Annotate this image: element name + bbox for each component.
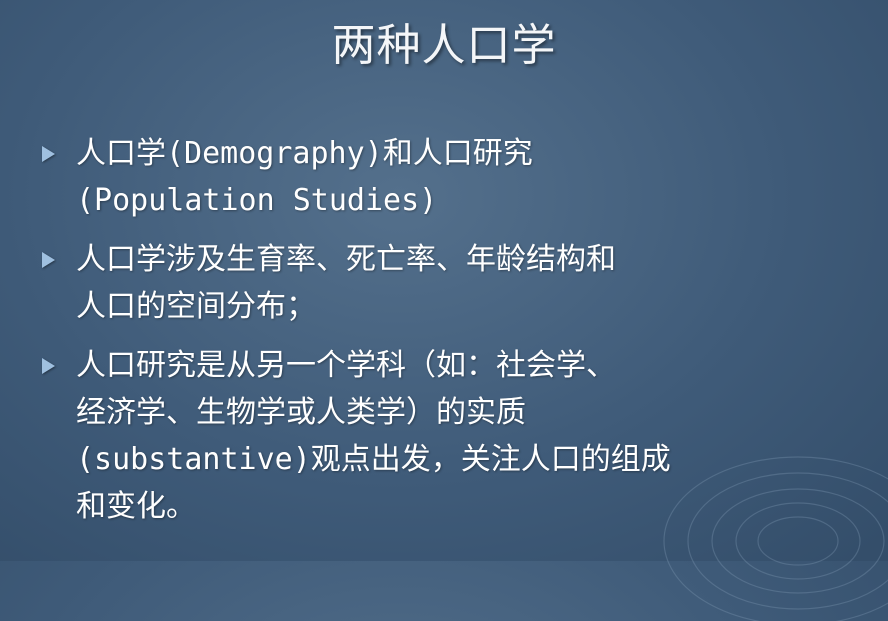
triangle-right-icon — [42, 358, 55, 374]
bullet-text-line: 经济学、生物学或人类学）的实质 — [76, 395, 526, 430]
bullet-text-line: 人口学(Demography)和人口研究 — [76, 136, 533, 171]
bullet-text-line: 人口学涉及生育率、死亡率、年龄结构和 — [76, 242, 616, 277]
bullet-text-line: 人口的空间分布； — [76, 289, 316, 324]
bullet-list: 人口学(Demography)和人口研究 (Population Studies… — [40, 130, 860, 542]
slide-title: 两种人口学 — [331, 20, 557, 71]
bullet-text-line: 和变化。 — [76, 489, 196, 524]
triangle-right-icon — [42, 252, 55, 268]
triangle-right-icon — [42, 146, 55, 162]
bullet-text-line: 人口研究是从另一个学科（如：社会学、 — [76, 348, 616, 383]
bullet-text-line: (substantive)观点出发，关注人口的组成 — [76, 442, 671, 477]
bullet-text-line: (Population Studies) — [76, 183, 438, 218]
bullet-item: 人口学(Demography)和人口研究 (Population Studies… — [40, 130, 860, 224]
slide: 两种人口学 人口学(Demography)和人口研究 (Population S… — [0, 0, 888, 621]
bullet-item: 人口研究是从另一个学科（如：社会学、 经济学、生物学或人类学）的实质 (subs… — [40, 342, 860, 530]
bullet-item: 人口学涉及生育率、死亡率、年龄结构和 人口的空间分布； — [40, 236, 860, 330]
